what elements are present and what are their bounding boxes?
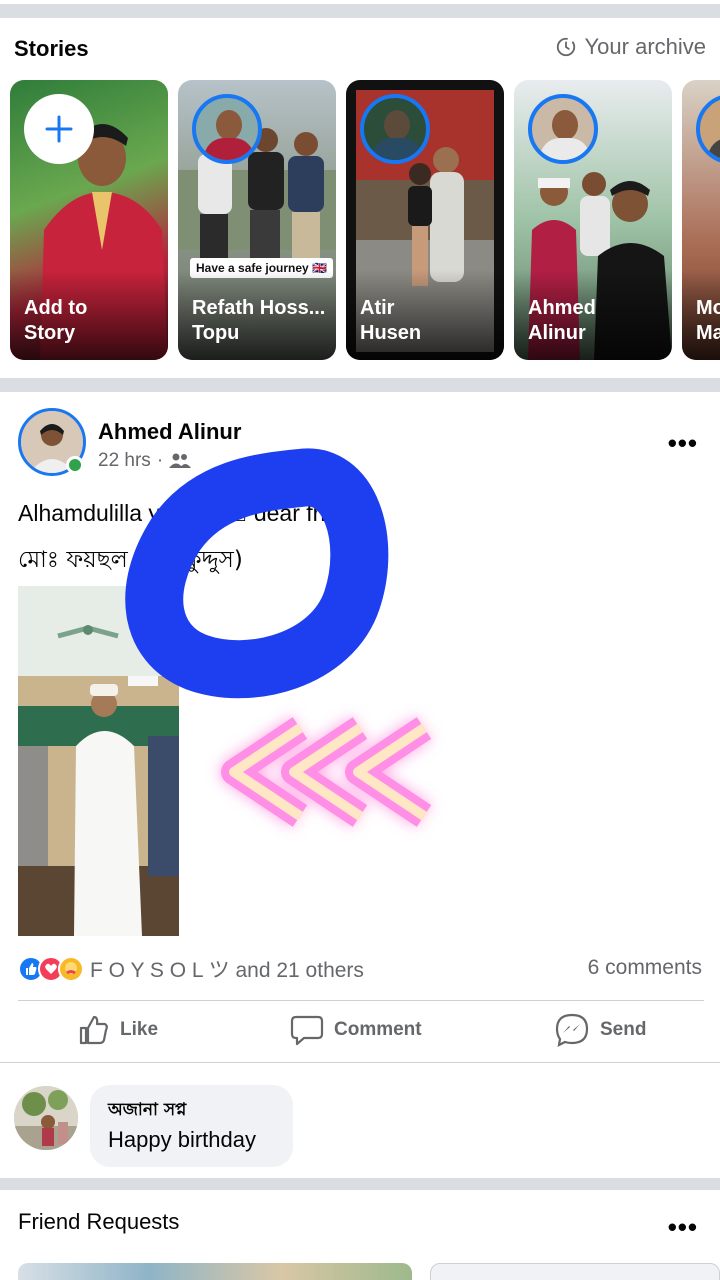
reactions-text: F O Y S O L ツ and 21 others [90,959,364,982]
story-name: Atir Husen [360,297,422,344]
post-text-line2: মোঃ ফয়ছল মেদ (কুদ্দুস) [18,547,243,573]
like-button[interactable]: Like [78,1008,158,1052]
story-atir[interactable]: Atir Husen [346,80,504,360]
archive-clock-icon [556,37,575,57]
post-text-line1: Alhamdulilla y birthd 🏻 dear friend [18,500,364,526]
story-name: Add to Story [24,297,88,344]
story-refath[interactable]: Have a safe journey 🇬🇧 Refath Hoss... To… [178,80,336,360]
comment-label: Comment [334,1019,422,1040]
stories-header: Stories Your archive [0,18,720,78]
post-actions-bar: Like Comment Send [0,1008,720,1052]
messenger-icon [555,1013,589,1047]
post-more-options-button[interactable]: ••• [668,428,698,459]
like-label: Like [120,1019,159,1040]
post-photo-image [18,586,179,936]
story-avatar [360,94,430,164]
stories-strip[interactable]: Add to Story Have a safe journey 🇬🇧 Refa… [10,80,720,362]
divider [0,1062,720,1063]
story-add[interactable]: Add to Story [10,80,168,360]
your-archive-link[interactable]: Your archive [555,34,706,60]
online-status-dot [66,456,84,474]
comment-bubble[interactable]: অজানা সপ্ন Happy birthday [90,1085,293,1167]
friend-requests-more-button[interactable]: ••• [668,1212,698,1243]
story-avatar [696,94,720,164]
comment-bubble-icon [290,1015,324,1046]
friend-request-card[interactable] [430,1263,720,1280]
care-reaction-icon [58,956,84,982]
comments-count[interactable]: 6 comments [588,956,702,980]
commenter-avatar-image [14,1086,78,1150]
story-ahmed[interactable]: Ahmed Alinur [514,80,672,360]
story-avatar [192,94,262,164]
reactions-summary[interactable]: F O Y S O L ツ and 21 others [18,952,364,986]
thumbs-up-icon [79,1015,108,1045]
divider [18,1000,704,1001]
add-story-button[interactable] [24,94,94,164]
top-separator [0,4,720,18]
post-photo[interactable] [18,586,179,936]
friends-audience-icon [169,453,192,468]
post-time[interactable]: 22 hrs [98,450,151,472]
story-partial[interactable]: Mo Ma [682,80,720,360]
comment-button[interactable]: Comment [290,1008,422,1052]
story-avatar [528,94,598,164]
section-separator [0,1178,720,1190]
friend-requests-title: Friend Requests [18,1209,180,1234]
friend-request-card[interactable] [18,1263,412,1280]
stories-title: Stories [14,36,89,61]
story-name: Ahmed Alinur [528,297,596,344]
commenter-avatar[interactable] [14,1086,78,1150]
plus-icon [45,115,73,143]
send-label: Send [600,1019,647,1040]
story-name: Mo Ma [696,297,720,344]
archive-label: Your archive [584,34,706,59]
post-meta: 22 hrs · [98,450,192,472]
section-separator [0,378,720,392]
comment-text: Happy birthday [108,1127,256,1152]
send-button[interactable]: Send [554,1008,646,1052]
commenter-name[interactable]: অজানা সপ্ন [108,1097,186,1125]
neon-chevrons [221,717,432,827]
post-author-name[interactable]: Ahmed Alinur [98,419,241,445]
story-name: Refath Hoss... Topu [192,297,326,344]
